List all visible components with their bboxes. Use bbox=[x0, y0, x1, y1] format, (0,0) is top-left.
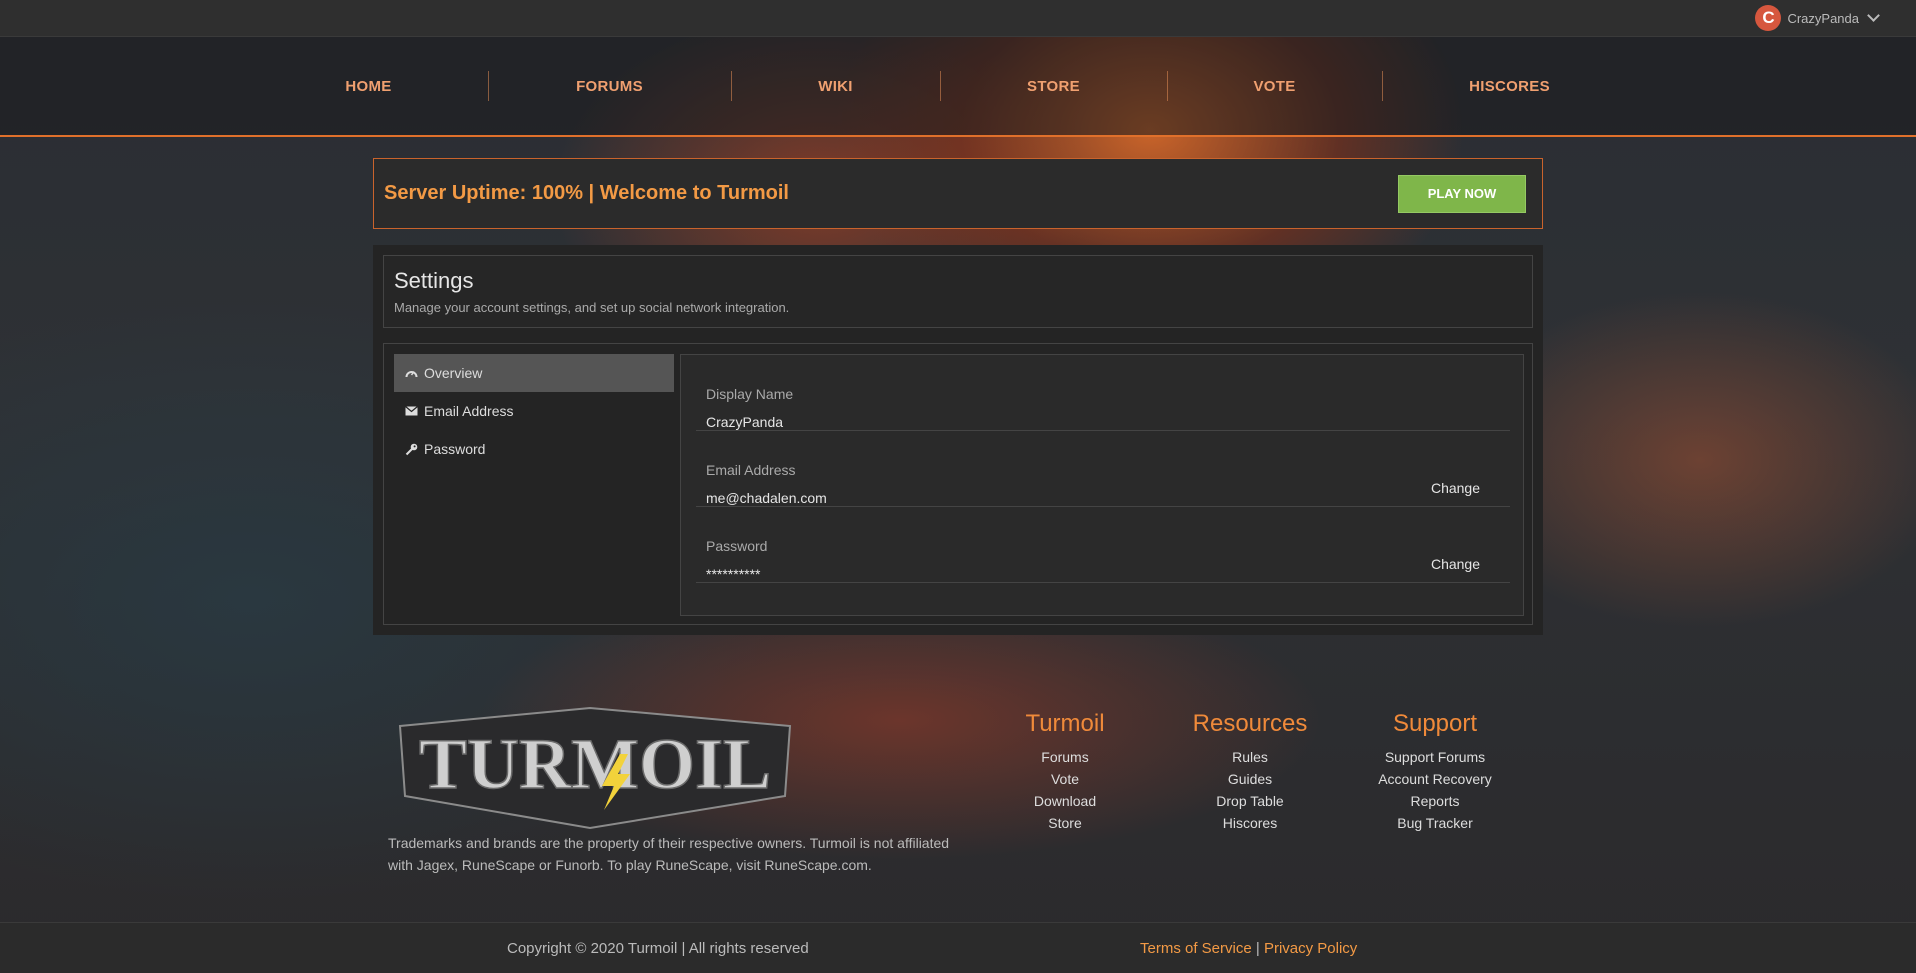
footer-link-guides[interactable]: Guides bbox=[1165, 768, 1335, 790]
field-value: CrazyPanda bbox=[706, 414, 784, 430]
footer-column-title: Resources bbox=[1192, 710, 1308, 737]
footer-link-vote[interactable]: Vote bbox=[980, 768, 1150, 790]
bottom-bar: Copyright © 2020 Turmoil | All rights re… bbox=[0, 922, 1916, 973]
chevron-down-icon[interactable] bbox=[1867, 9, 1880, 22]
menu-item-password[interactable]: Password bbox=[394, 430, 674, 468]
password-field: Password ********** Change bbox=[696, 507, 1510, 583]
main-nav: HOME FORUMS WIKI STORE VOTE HISCORES bbox=[0, 37, 1916, 137]
change-email-button[interactable]: Change bbox=[1431, 480, 1480, 496]
server-status-banner: Server Uptime: 100% | Welcome to Turmoil… bbox=[373, 158, 1543, 229]
footer-column-turmoil: Turmoil Forums Vote Download Store bbox=[980, 710, 1150, 834]
menu-item-label: Password bbox=[424, 441, 486, 457]
turmoil-logo[interactable]: TURMOIL bbox=[390, 706, 800, 832]
settings-overview: Display Name CrazyPanda Email Address me… bbox=[680, 354, 1524, 616]
display-name-field: Display Name CrazyPanda bbox=[696, 355, 1510, 431]
field-label: Display Name bbox=[706, 386, 794, 402]
footer-column-resources: Resources Rules Guides Drop Table Hiscor… bbox=[1165, 710, 1335, 834]
footer-column-title: Support bbox=[1392, 710, 1478, 737]
settings-menu: Overview Email Address Password bbox=[394, 354, 674, 468]
footer-link-support-forums[interactable]: Support Forums bbox=[1350, 746, 1520, 768]
email-field: Email Address me@chadalen.com Change bbox=[696, 431, 1510, 507]
legal-links: Terms of Service | Privacy Policy bbox=[1140, 940, 1357, 957]
footer-link-download[interactable]: Download bbox=[980, 790, 1150, 812]
menu-item-label: Overview bbox=[424, 365, 483, 381]
dashboard-icon bbox=[404, 367, 418, 379]
user-menu[interactable]: C CrazyPanda bbox=[1755, 4, 1880, 32]
footer-link-store[interactable]: Store bbox=[980, 812, 1150, 834]
play-now-button[interactable]: PLAY NOW bbox=[1398, 174, 1526, 213]
settings-header: Settings Manage your account settings, a… bbox=[383, 255, 1533, 328]
settings-body: Overview Email Address Password Display … bbox=[383, 343, 1533, 625]
top-bar: C CrazyPanda bbox=[0, 0, 1916, 37]
footer-link-rules[interactable]: Rules bbox=[1165, 746, 1335, 768]
nav-home[interactable]: HOME bbox=[250, 78, 488, 95]
nav-wiki[interactable]: WIKI bbox=[732, 78, 940, 95]
field-label: Email Address bbox=[706, 462, 796, 478]
username[interactable]: CrazyPanda bbox=[1787, 11, 1859, 26]
field-label: Password bbox=[706, 538, 768, 554]
field-value: me@chadalen.com bbox=[706, 490, 827, 506]
footer-link-forums[interactable]: Forums bbox=[980, 746, 1150, 768]
nav-hiscores[interactable]: HISCORES bbox=[1383, 78, 1637, 95]
footer-column-support: Support Support Forums Account Recovery … bbox=[1350, 710, 1520, 834]
legal-separator: | bbox=[1255, 940, 1260, 957]
avatar[interactable]: C bbox=[1755, 5, 1782, 31]
terms-of-service-link[interactable]: Terms of Service bbox=[1140, 940, 1252, 957]
logo-text: TURMOIL bbox=[419, 724, 771, 804]
page-title: Settings bbox=[394, 268, 474, 293]
footer-link-bug-tracker[interactable]: Bug Tracker bbox=[1350, 812, 1520, 834]
nav-forums[interactable]: FORUMS bbox=[489, 78, 731, 95]
envelope-icon bbox=[404, 406, 418, 416]
privacy-policy-link[interactable]: Privacy Policy bbox=[1264, 940, 1357, 957]
menu-item-overview[interactable]: Overview bbox=[394, 354, 674, 392]
page-subtitle: Manage your account settings, and set up… bbox=[394, 300, 790, 315]
footer-column-title: Turmoil bbox=[1025, 710, 1105, 737]
footer-link-reports[interactable]: Reports bbox=[1350, 790, 1520, 812]
footer-link-account-recovery[interactable]: Account Recovery bbox=[1350, 768, 1520, 790]
footer-link-drop-table[interactable]: Drop Table bbox=[1165, 790, 1335, 812]
copyright-text: Copyright © 2020 Turmoil | All rights re… bbox=[507, 940, 809, 957]
footer-link-hiscores[interactable]: Hiscores bbox=[1165, 812, 1335, 834]
field-value: ********** bbox=[706, 566, 761, 582]
disclaimer-text: Trademarks and brands are the property o… bbox=[388, 835, 950, 873]
settings-panel: Settings Manage your account settings, a… bbox=[373, 245, 1543, 635]
menu-item-email[interactable]: Email Address bbox=[394, 392, 674, 430]
nav-store[interactable]: STORE bbox=[941, 78, 1167, 95]
nav-vote[interactable]: VOTE bbox=[1168, 78, 1382, 95]
key-icon bbox=[404, 443, 418, 456]
change-password-button[interactable]: Change bbox=[1431, 556, 1480, 572]
server-status-text: Server Uptime: 100% | Welcome to Turmoil bbox=[384, 182, 789, 204]
menu-item-label: Email Address bbox=[424, 403, 514, 419]
